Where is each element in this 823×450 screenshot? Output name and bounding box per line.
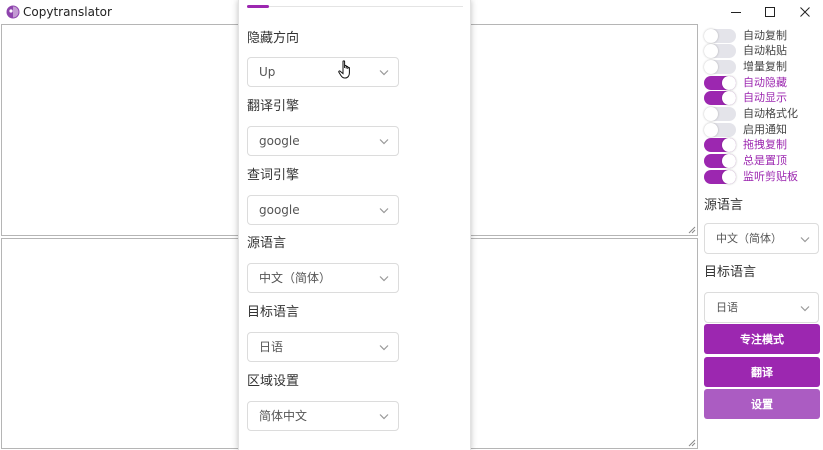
toggle-label: 自动粘贴 [743,44,787,57]
chevron-down-icon [379,414,389,420]
switch-knob [704,123,718,137]
dictionary-engine-value: google [259,203,300,217]
switch-knob [722,154,736,168]
switch[interactable] [704,107,736,121]
toggle-auto-show[interactable]: 自动显示 [704,90,822,106]
switch-knob [704,29,718,43]
switch-knob [722,170,736,184]
toggle-label: 自动显示 [743,91,787,104]
focus-mode-button[interactable]: 专注模式 [704,324,820,354]
toggle-label: 自动复制 [743,29,787,42]
chevron-down-icon [379,70,389,76]
toggle-auto-format[interactable]: 自动格式化 [704,106,822,122]
panel-target-language-value: 日语 [259,340,284,354]
panel-target-language-select[interactable]: 日语 [247,332,399,362]
switch[interactable] [704,76,736,90]
switch-knob [722,91,736,105]
target-language-value: 日语 [716,301,738,314]
target-language-label: 目标语言 [704,265,757,280]
hide-direction-select[interactable]: Up [247,57,399,87]
dictionary-engine-label: 查词引擎 [247,168,300,183]
toggle-label: 拖拽复制 [743,138,787,151]
switch-knob [722,76,736,90]
source-language-label: 源语言 [704,198,744,213]
resize-grip-icon[interactable] [687,438,696,447]
translate-engine-value: google [259,134,300,148]
toggle-auto-paste[interactable]: 自动粘贴 [704,43,822,59]
panel-tab-indicator[interactable] [247,5,269,8]
maximize-button[interactable] [753,0,787,24]
locale-select[interactable]: 简体中文 [247,401,399,431]
minimize-icon [731,12,741,13]
app-logo-icon [6,5,20,19]
control-pane: 自动复制 自动粘贴 增量复制 自动隐藏 自动显示 自动格式化 启用通知 拖拽复制… [700,24,823,450]
panel-tab-bar [247,6,463,7]
chevron-down-icon [800,306,810,312]
toggle-label: 自动隐藏 [743,76,787,89]
source-language-select[interactable]: 中文（简体） [704,223,819,254]
maximize-icon [765,7,775,17]
switch[interactable] [704,123,736,137]
locale-value: 简体中文 [259,409,308,423]
target-language-select[interactable]: 日语 [704,292,819,323]
switch[interactable] [704,44,736,58]
toggle-drag-copy[interactable]: 拖拽复制 [704,137,822,153]
panel-target-language-label: 目标语言 [247,305,300,320]
toggle-label: 启用通知 [743,123,787,136]
panel-source-language-value: 中文（简体） [259,271,332,285]
panel-source-language-select[interactable]: 中文（简体） [247,263,399,293]
chevron-down-icon [379,345,389,351]
locale-label: 区域设置 [247,374,300,389]
switch-knob [704,44,718,58]
window-title: Copytranslator [23,5,112,19]
toggle-listen-clipboard[interactable]: 监听剪贴板 [704,169,822,185]
switch-knob [722,138,736,152]
translate-button[interactable]: 翻译 [704,357,820,387]
close-button[interactable] [788,0,822,24]
settings-button[interactable]: 设置 [704,389,820,419]
switch-knob [704,107,718,121]
close-icon [800,7,810,17]
switch[interactable] [704,170,736,184]
translate-engine-select[interactable]: google [247,126,399,156]
dictionary-engine-select[interactable]: google [247,195,399,225]
chevron-down-icon [379,208,389,214]
switch-knob [704,60,718,74]
resize-grip-icon[interactable] [687,225,696,234]
chevron-down-icon [379,139,389,145]
switch[interactable] [704,29,736,43]
settings-panel: 隐藏方向 Up 翻译引擎 google 查词引擎 google 源语言 中文（简… [238,0,471,450]
toggle-label: 总是置顶 [743,154,787,167]
translate-engine-label: 翻译引擎 [247,99,300,114]
toggle-label: 监听剪贴板 [743,170,798,183]
hide-direction-label: 隐藏方向 [247,31,300,46]
toggle-always-on-top[interactable]: 总是置顶 [704,153,822,169]
source-language-value: 中文（简体） [716,232,782,245]
switch[interactable] [704,154,736,168]
switch[interactable] [704,60,736,74]
toggle-incremental-copy[interactable]: 增量复制 [704,59,822,75]
switch[interactable] [704,138,736,152]
toggle-auto-hide[interactable]: 自动隐藏 [704,75,822,91]
toggle-label: 增量复制 [743,60,787,73]
switch[interactable] [704,91,736,105]
chevron-down-icon [379,276,389,282]
chevron-down-icon [800,237,810,243]
hide-direction-value: Up [259,65,276,79]
toggle-label: 自动格式化 [743,107,798,120]
toggle-auto-copy[interactable]: 自动复制 [704,28,822,44]
minimize-button[interactable] [719,0,753,24]
toggle-notifications[interactable]: 启用通知 [704,122,822,138]
panel-source-language-label: 源语言 [247,236,287,251]
